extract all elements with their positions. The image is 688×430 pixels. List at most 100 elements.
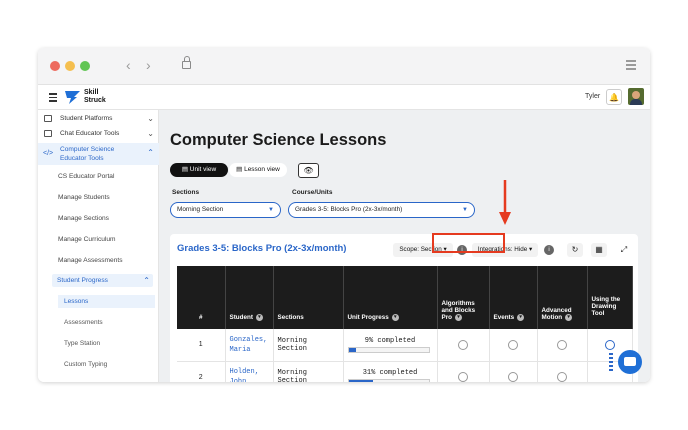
progress-table: # Student ▾ Sections Unit Progress ▾ Algor…	[177, 266, 633, 382]
sort-icon[interactable]: ▾	[455, 313, 462, 321]
chat-support-icon[interactable]	[618, 350, 642, 374]
sections-select[interactable]: Morning Section ▼	[170, 202, 281, 218]
logo-text: Skill Struck	[84, 89, 106, 104]
column-header-number: #	[177, 266, 226, 329]
lesson-status-cell[interactable]	[489, 329, 538, 362]
title-bar: ‹ ›	[38, 48, 650, 85]
sidebar-item-chat-educator-tools[interactable]: Chat Educator Tools ⌄	[38, 129, 159, 141]
table-icon[interactable]: ▦	[591, 243, 607, 257]
row-section: Morning Section	[273, 329, 344, 362]
sidebar-item-type-station[interactable]: Type Station	[64, 340, 100, 347]
username: Tyler	[585, 93, 601, 100]
sidebar-toggle-icon[interactable]	[626, 60, 636, 70]
lesson-status-cell[interactable]	[537, 329, 588, 362]
progress-fill	[348, 347, 356, 352]
status-circle-icon[interactable]	[508, 372, 518, 382]
annotation-arrow-icon	[499, 180, 511, 225]
integrations-info-icon[interactable]: i	[544, 245, 554, 255]
app-header: Skill Struck Tyler 🔔	[38, 85, 650, 110]
sort-icon[interactable]: ▾	[517, 313, 525, 321]
sections-label: Sections	[172, 189, 200, 196]
lock-icon	[182, 56, 191, 69]
card-title: Grades 3-5: Blocks Pro (2x-3x/month)	[177, 243, 347, 254]
lesson-view-button[interactable]: ▤ Lesson view	[229, 163, 287, 177]
row-section: Morning Section	[273, 361, 344, 382]
column-header-events[interactable]: Events ▾	[489, 266, 538, 329]
hamburger-menu-icon[interactable]	[49, 93, 57, 104]
sort-icon[interactable]: ▾	[391, 313, 399, 321]
sidebar-item-assessments[interactable]: Assessments	[64, 319, 103, 326]
column-header-unit-progress[interactable]: Unit Progress ▾	[343, 266, 438, 329]
unit-progress-cell: 31% completed	[343, 361, 438, 382]
chat-icon	[44, 130, 52, 137]
chevron-down-icon: ⌄	[147, 114, 154, 123]
sidebar-item-cs-educator-tools[interactable]: </> Computer Science Educator Tools ⌃	[38, 143, 159, 165]
code-icon: </>	[43, 150, 54, 157]
grip-dots-icon[interactable]	[609, 353, 613, 371]
column-header-student[interactable]: Student ▾	[225, 266, 274, 329]
chevron-down-icon: ⌄	[147, 129, 154, 138]
notification-bell-icon[interactable]: 🔔	[606, 89, 622, 105]
minimize-window-button[interactable]	[65, 61, 75, 71]
main-content: Computer Science Lessons ▤ Unit view ▤ L…	[159, 110, 650, 382]
unit-view-button[interactable]: ▤ Unit view	[170, 163, 228, 177]
lesson-status-cell[interactable]	[437, 361, 490, 382]
progress-bar	[347, 346, 430, 353]
maximize-window-button[interactable]	[80, 61, 90, 71]
annotation-highlight-box	[432, 233, 505, 253]
avatar[interactable]	[628, 88, 644, 105]
skillstruck-logo-icon	[65, 91, 80, 104]
chevron-up-icon: ⌃	[143, 276, 150, 285]
sidebar-item-student-progress[interactable]: Student Progress ⌃	[52, 274, 153, 287]
column-header-advanced-motion[interactable]: Advanced Motion ▾	[537, 266, 588, 329]
status-circle-icon[interactable]	[508, 339, 518, 350]
sidebar-item-manage-curriculum[interactable]: Manage Curriculum	[58, 236, 116, 243]
progress-text: 31% completed	[362, 369, 418, 377]
progress-fill	[348, 380, 374, 382]
close-window-button[interactable]	[50, 61, 60, 71]
student-name-link[interactable]: Gonzales, Maria	[225, 329, 274, 362]
sidebar-item-manage-students[interactable]: Manage Students	[58, 194, 110, 201]
lesson-status-cell[interactable]	[537, 361, 588, 382]
status-circle-icon[interactable]	[557, 339, 567, 350]
browser-window: ‹ › Skill Struck Tyler 🔔 Student Platfor…	[38, 48, 650, 382]
sort-icon[interactable]: ▾	[255, 313, 263, 321]
chevron-down-icon: ▼	[268, 207, 274, 213]
sidebar-item-lessons[interactable]: Lessons	[58, 295, 155, 308]
sidebar-item-custom-typing[interactable]: Custom Typing	[64, 361, 107, 368]
chevron-down-icon: ▼	[462, 207, 468, 213]
column-header-sections: Sections	[273, 266, 344, 329]
lessons-card: Grades 3-5: Blocks Pro (2x-3x/month) Sco…	[170, 234, 638, 382]
progress-bar	[347, 379, 430, 382]
expand-icon[interactable]: ⤢	[616, 243, 632, 257]
status-circle-icon[interactable]	[458, 339, 468, 350]
forward-icon[interactable]: ›	[146, 57, 151, 73]
chevron-up-icon: ⌃	[147, 148, 154, 157]
status-circle-icon[interactable]	[458, 372, 468, 382]
student-name-link[interactable]: Holden, John	[225, 361, 274, 382]
table-row: 1 Gonzales, Maria Morning Section 9% com…	[177, 329, 633, 362]
sidebar-item-student-platforms[interactable]: Student Platforms ⌄	[38, 114, 159, 126]
sort-icon[interactable]: ▾	[565, 313, 573, 321]
visibility-eye-icon[interactable]: 👁	[298, 163, 319, 178]
progress-text: 9% completed	[364, 336, 416, 345]
sidebar-item-manage-sections[interactable]: Manage Sections	[58, 215, 109, 222]
sidebar-item-cs-educator-portal[interactable]: CS Educator Portal	[58, 173, 114, 180]
row-number: 2	[177, 361, 226, 382]
lesson-status-cell[interactable]	[437, 329, 490, 362]
column-header-drawing-tool[interactable]: Using the Drawing Tool	[587, 266, 633, 329]
course-units-label: Course/Units	[292, 189, 333, 196]
status-circle-icon[interactable]	[604, 339, 615, 350]
table-header-row: # Student ▾ Sections Unit Progress ▾ Algor…	[177, 266, 633, 329]
course-units-select[interactable]: Grades 3-5: Blocks Pro (2x-3x/month) ▼	[288, 202, 475, 218]
row-number: 1	[177, 329, 226, 362]
refresh-icon[interactable]: ↻	[567, 243, 583, 257]
unit-progress-cell: 9% completed	[343, 329, 438, 362]
sidebar-item-manage-assessments[interactable]: Manage Assessments	[58, 257, 123, 264]
column-header-algorithms[interactable]: Algorithms and Blocks Pro ▾	[437, 266, 490, 329]
sidebar: Student Platforms ⌄ Chat Educator Tools …	[38, 110, 159, 382]
table-row: 2 Holden, John Morning Section 31% compl…	[177, 361, 633, 382]
status-circle-icon[interactable]	[557, 372, 567, 382]
lesson-status-cell[interactable]	[489, 361, 538, 382]
back-icon[interactable]: ‹	[126, 57, 131, 73]
